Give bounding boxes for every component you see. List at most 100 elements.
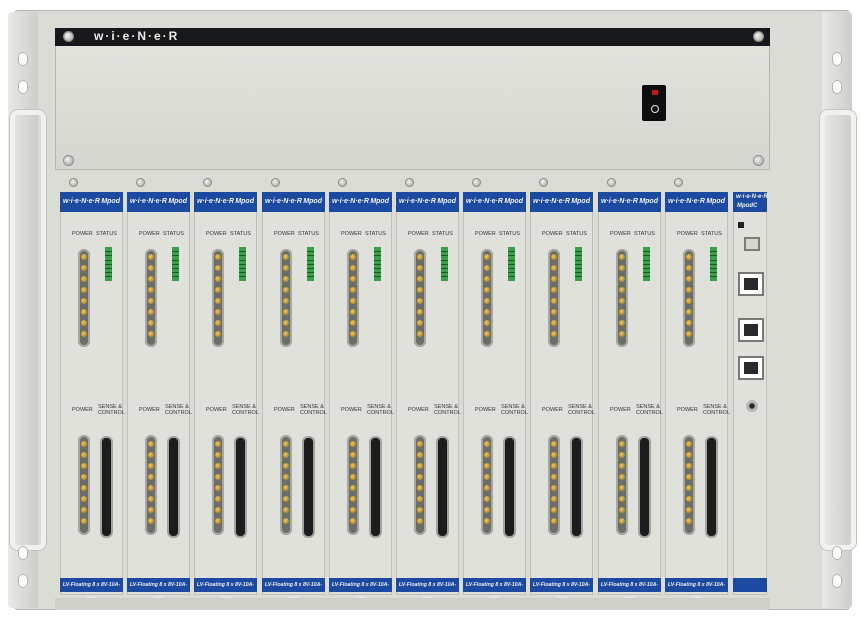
status-segment [710,276,717,278]
connector-pin [686,474,692,480]
module-brand: w·i·e·N·e·R [399,198,436,205]
sense-connector[interactable] [572,438,581,536]
connector-pin [148,474,154,480]
connector-pin [551,287,557,293]
status-segment [307,259,314,261]
bnc-connector[interactable] [746,400,758,412]
power-connector-upper[interactable] [414,249,426,347]
module-header: w·i·e·N·e·R Mpod [262,192,325,212]
sense-connector[interactable] [236,438,245,536]
connector-pin [484,320,490,326]
connector-pin [283,441,289,447]
connector-pin [350,331,356,337]
status-segment [172,259,179,261]
status-segment [575,272,582,274]
connector-pin [283,507,289,513]
status-segment [441,263,448,265]
connector-pin [551,496,557,502]
connector-pin [215,507,221,513]
sense-connector[interactable] [371,438,380,536]
connector-pin [619,518,625,524]
sense-connector[interactable] [169,438,178,536]
connector-pin [484,496,490,502]
panel-screw [754,32,763,41]
status-segment [441,268,448,269]
connector-pin [551,507,557,513]
status-segment [172,268,179,269]
power-connector-lower[interactable] [78,435,90,535]
power-connector-lower[interactable] [414,435,426,535]
status-segment [172,255,179,257]
status-segment [710,259,717,261]
power-label: POWER [677,407,698,413]
sense-connector[interactable] [102,438,111,536]
connector-pin [283,452,289,458]
power-connector-lower[interactable] [347,435,359,535]
status-led-bar [508,247,515,281]
status-segment [307,251,314,253]
connector-pin [619,331,625,337]
power-connector-upper[interactable] [616,249,628,347]
power-connector-lower[interactable] [548,435,560,535]
status-segment [307,276,314,278]
status-segment [575,268,582,269]
connector-pin [148,309,154,315]
rj45-port-icon[interactable] [740,358,762,378]
module-screw [137,179,144,186]
connector-pin [484,474,490,480]
connector-pin [215,496,221,502]
status-segment [172,276,179,278]
power-connector-lower[interactable] [616,435,628,535]
power-connector-upper[interactable] [145,249,157,347]
status-led-bar [575,247,582,281]
rack-hole [18,574,28,588]
sense-connector[interactable] [640,438,649,536]
power-connector-lower[interactable] [212,435,224,535]
connector-pin [148,287,154,293]
connector-pin [81,331,87,337]
status-segment [239,268,246,269]
status-segment [575,276,582,278]
rj45-port-icon[interactable] [740,274,762,294]
controller-footer [733,578,767,592]
power-connector-lower[interactable] [683,435,695,535]
connector-pin [619,298,625,304]
module-screw [204,179,211,186]
connector-pin [81,265,87,271]
power-connector-upper[interactable] [280,249,292,347]
power-connector-upper[interactable] [683,249,695,347]
status-label: STATUS [230,231,251,237]
connector-pin [215,485,221,491]
switch-indicator [652,90,658,95]
power-connector-upper[interactable] [347,249,359,347]
power-connector-lower[interactable] [280,435,292,535]
status-segment [441,272,448,274]
sense-connector[interactable] [707,438,716,536]
status-segment [105,263,112,265]
sense-connector[interactable] [304,438,313,536]
sense-control-label: SENSE & CONTROL [232,404,259,416]
status-segment [374,251,381,253]
connector-pin [215,474,221,480]
sense-connector[interactable] [505,438,514,536]
connector-pin [215,276,221,282]
connector-pin [350,496,356,502]
connector-pin [619,320,625,326]
module-screw [473,179,480,186]
sense-connector[interactable] [438,438,447,536]
rack-hole [832,52,842,66]
power-connector-upper[interactable] [78,249,90,347]
power-connector-lower[interactable] [481,435,493,535]
status-label: STATUS [432,231,453,237]
rj45-port-icon[interactable] [740,320,762,340]
status-segment [374,263,381,265]
power-connector-upper[interactable] [481,249,493,347]
power-connector-lower[interactable] [145,435,157,535]
connector-pin [551,298,557,304]
power-label: POWER [610,231,631,237]
power-connector-upper[interactable] [212,249,224,347]
power-label: POWER [542,407,563,413]
status-segment [575,259,582,261]
usb-port-icon[interactable] [746,239,758,249]
power-connector-upper[interactable] [548,249,560,347]
